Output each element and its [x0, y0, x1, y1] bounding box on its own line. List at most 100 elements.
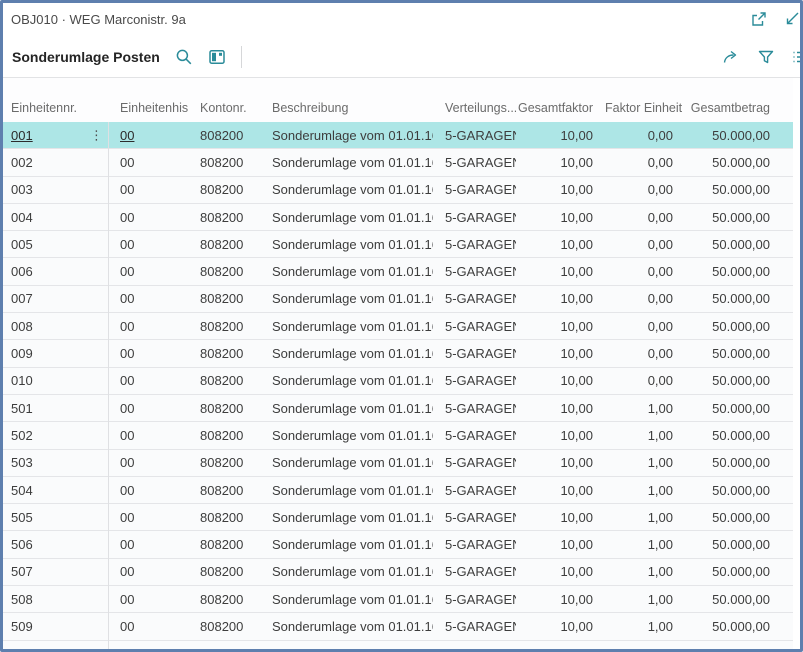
table-row[interactable]: 00300808200Sonderumlage vom 01.01.165-GA… — [3, 177, 793, 204]
cell-einheitenhist[interactable]: 00 — [108, 204, 188, 230]
cell-gesamtfaktor[interactable]: 10,00 — [516, 149, 605, 175]
cell-einheitennr[interactable]: 003 — [3, 177, 108, 203]
cell-beschreibung[interactable]: Sonderumlage vom 01.01.16 — [260, 422, 433, 448]
list-icon[interactable] — [792, 48, 800, 66]
cell-kontonr[interactable]: 808200 — [188, 450, 260, 476]
cell-kontonr[interactable]: 808200 — [188, 149, 260, 175]
cell-faktor-einheit[interactable]: 0,00 — [605, 122, 685, 148]
table-row[interactable]: 50400808200Sonderumlage vom 01.01.165-GA… — [3, 477, 793, 504]
cell-gesamtbetrag[interactable]: 50.000,00 — [685, 531, 782, 557]
cell-gesamtbetrag[interactable]: 50.000,00 — [685, 368, 782, 394]
table-row[interactable]: 00600808200Sonderumlage vom 01.01.165-GA… — [3, 258, 793, 285]
cell-einheitennr[interactable]: 007 — [3, 286, 108, 312]
cell-gesamtfaktor[interactable]: 10,00 — [516, 231, 605, 257]
cell-gesamtfaktor[interactable]: 10,00 — [516, 258, 605, 284]
cell-faktor-einheit[interactable]: 1,00 — [605, 504, 685, 530]
cell-einheitennr[interactable]: 004 — [3, 204, 108, 230]
cell-einheitennr[interactable]: 509 — [3, 613, 108, 639]
cell-einheitenhist[interactable]: 00 — [108, 504, 188, 530]
cell-verteilungs[interactable]: 5-GARAGEN — [433, 231, 516, 257]
cell-beschreibung[interactable]: Sonderumlage vom 01.01.16 — [260, 504, 433, 530]
cell-einheitennr[interactable]: 005 — [3, 231, 108, 257]
cell-beschreibung[interactable]: Sonderumlage vom 01.01.16 — [260, 450, 433, 476]
cell-beschreibung[interactable]: Sonderumlage vom 01.01.16 — [260, 177, 433, 203]
cell-beschreibung[interactable]: Sonderumlage vom 01.01.16 — [260, 559, 433, 585]
cell-gesamtbetrag[interactable]: 50.000,00 — [685, 450, 782, 476]
cell-gesamtbetrag[interactable]: 50.000,00 — [685, 340, 782, 366]
cell-gesamtfaktor[interactable]: 10,00 — [516, 559, 605, 585]
cell-gesamtbetrag[interactable]: 50.000,00 — [685, 258, 782, 284]
column-header-beschreibung[interactable]: Beschreibung — [260, 101, 433, 115]
cell-faktor-einheit[interactable]: 0,00 — [605, 286, 685, 312]
cell-beschreibung[interactable]: Sonderumlage vom 01.01.16 — [260, 613, 433, 639]
table-row[interactable]: 00900808200Sonderumlage vom 01.01.165-GA… — [3, 340, 793, 367]
cell-einheitenhist[interactable]: 00 — [108, 177, 188, 203]
cell-beschreibung[interactable]: Sonderumlage vom 01.01.16 — [260, 340, 433, 366]
cell-kontonr[interactable]: 808200 — [188, 177, 260, 203]
cell-verteilungs[interactable]: 5-GARAGEN — [433, 395, 516, 421]
cell-verteilungs[interactable]: 5-GARAGEN — [433, 286, 516, 312]
cell-gesamtfaktor[interactable]: 10,00 — [516, 340, 605, 366]
cell-faktor-einheit[interactable]: 1,00 — [605, 450, 685, 476]
cell-gesamtfaktor[interactable]: 10,00 — [516, 450, 605, 476]
cell-gesamtfaktor[interactable]: 10,00 — [516, 395, 605, 421]
cell-einheitenhist[interactable]: 00 — [108, 286, 188, 312]
cell-einheitenhist[interactable]: 00 — [108, 395, 188, 421]
cell-einheitenhist[interactable]: 00 — [108, 531, 188, 557]
cell-faktor-einheit[interactable]: 0,00 — [605, 231, 685, 257]
cell-kontonr[interactable]: 808200 — [188, 531, 260, 557]
cell-faktor-einheit[interactable]: 0,00 — [605, 340, 685, 366]
cell-gesamtfaktor[interactable]: 10,00 — [516, 531, 605, 557]
open-in-new-icon[interactable] — [750, 11, 767, 28]
cell-verteilungs[interactable]: 5-GARAGEN — [433, 422, 516, 448]
cell-einheitenhist[interactable]: 00 — [108, 368, 188, 394]
column-header-einheitenhist[interactable]: Einheitenhist... — [108, 101, 188, 115]
cell-faktor-einheit[interactable]: 1,00 — [605, 531, 685, 557]
cell-gesamtbetrag[interactable]: 50.000,00 — [685, 286, 782, 312]
cell-kontonr[interactable]: 808200 — [188, 368, 260, 394]
cell-verteilungs[interactable]: 5-GARAGEN — [433, 258, 516, 284]
cell-verteilungs[interactable]: 5-GARAGEN — [433, 504, 516, 530]
cell-faktor-einheit[interactable]: 0,00 — [605, 313, 685, 339]
cell-gesamtbetrag[interactable]: 50.000,00 — [685, 204, 782, 230]
column-header-gesamtfaktor[interactable]: Gesamtfaktor — [516, 101, 605, 115]
cell-einheitenhist[interactable]: 00 — [108, 613, 188, 639]
cell-einheitennr[interactable]: 001⋮ — [3, 122, 108, 148]
cell-faktor-einheit[interactable]: 0,00 — [605, 177, 685, 203]
cell-gesamtfaktor[interactable]: 10,00 — [516, 368, 605, 394]
cell-verteilungs[interactable]: 5-GARAGEN — [433, 149, 516, 175]
cell-gesamtfaktor[interactable]: 10,00 — [516, 122, 605, 148]
cell-gesamtfaktor[interactable]: 10,00 — [516, 504, 605, 530]
cell-beschreibung[interactable]: Sonderumlage vom 01.01.16 — [260, 313, 433, 339]
column-header-verteilungs[interactable]: Verteilungs... — [433, 101, 516, 115]
cell-beschreibung[interactable]: Sonderumlage vom 01.01.16 — [260, 531, 433, 557]
cell-faktor-einheit[interactable]: 0,00 — [605, 258, 685, 284]
cell-einheitennr[interactable]: 009 — [3, 340, 108, 366]
cell-gesamtfaktor[interactable]: 10,00 — [516, 586, 605, 612]
table-row[interactable]: 001⋮00808200Sonderumlage vom 01.01.165-G… — [3, 122, 793, 149]
cell-kontonr[interactable]: 808200 — [188, 395, 260, 421]
cell-verteilungs[interactable]: 5-GARAGEN — [433, 368, 516, 394]
cell-einheitennr[interactable]: 006 — [3, 258, 108, 284]
cell-faktor-einheit[interactable]: 1,00 — [605, 586, 685, 612]
cell-beschreibung[interactable]: Sonderumlage vom 01.01.16 — [260, 231, 433, 257]
cell-kontonr[interactable]: 808200 — [188, 586, 260, 612]
cell-gesamtbetrag[interactable]: 50.000,00 — [685, 395, 782, 421]
cell-einheitennr[interactable]: 507 — [3, 559, 108, 585]
cell-kontonr[interactable]: 808200 — [188, 313, 260, 339]
cell-verteilungs[interactable]: 5-GARAGEN — [433, 559, 516, 585]
cell-einheitenhist[interactable]: 00 — [108, 340, 188, 366]
cell-einheitenhist[interactable]: 00 — [108, 586, 188, 612]
cell-einheitennr[interactable]: 008 — [3, 313, 108, 339]
cell-einheitennr[interactable]: 504 — [3, 477, 108, 503]
cell-gesamtfaktor[interactable]: 10,00 — [516, 177, 605, 203]
table-row[interactable]: 50500808200Sonderumlage vom 01.01.165-GA… — [3, 504, 793, 531]
cell-gesamtbetrag[interactable]: 50.000,00 — [685, 149, 782, 175]
cell-kontonr[interactable]: 808200 — [188, 231, 260, 257]
cell-einheitennr[interactable]: 505 — [3, 504, 108, 530]
cell-gesamtbetrag[interactable]: 50.000,00 — [685, 477, 782, 503]
cell-gesamtbetrag[interactable]: 50.000,00 — [685, 231, 782, 257]
table-row[interactable]: 50900808200Sonderumlage vom 01.01.165-GA… — [3, 613, 793, 640]
cell-gesamtbetrag[interactable]: 50.000,00 — [685, 177, 782, 203]
cell-gesamtfaktor[interactable]: 10,00 — [516, 422, 605, 448]
